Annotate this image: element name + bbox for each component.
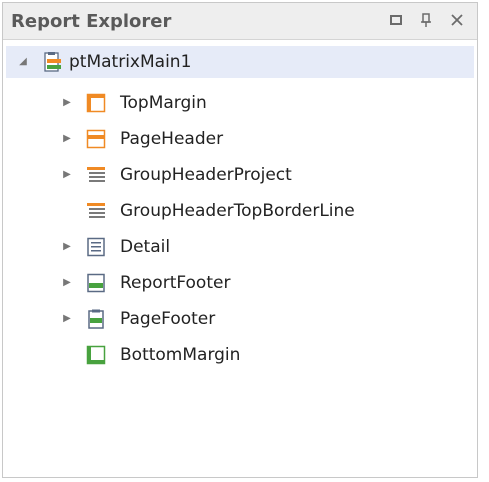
band-top-margin-icon bbox=[86, 93, 106, 113]
band-group-header-icon bbox=[87, 167, 105, 182]
expand-arrow-icon[interactable]: ▶ bbox=[60, 267, 74, 299]
tree-node-label: PageHeader bbox=[120, 129, 224, 149]
tree-node-label: ptMatrixMain1 bbox=[69, 52, 192, 72]
expand-arrow-icon[interactable]: ▶ bbox=[60, 303, 74, 335]
tree-node-label: TopMargin bbox=[120, 93, 207, 113]
tree-node-label: Detail bbox=[120, 237, 171, 257]
report-icon bbox=[44, 52, 61, 72]
expand-arrow-icon[interactable]: ▶ bbox=[60, 159, 74, 191]
pin-icon[interactable] bbox=[415, 9, 437, 31]
tree-node-label: GroupHeaderTopBorderLine bbox=[120, 201, 355, 221]
panel-titlebar: Report Explorer bbox=[3, 3, 477, 40]
collapse-arrow-icon[interactable]: ◢ bbox=[16, 46, 30, 78]
tree-node-label: BottomMargin bbox=[120, 345, 241, 365]
band-page-header-icon bbox=[86, 129, 106, 149]
tree-node-bottommargin[interactable]: BottomMargin bbox=[6, 339, 474, 371]
tree-node-topmargin[interactable]: ▶ TopMargin bbox=[6, 87, 474, 119]
expand-arrow-icon[interactable]: ▶ bbox=[60, 123, 74, 155]
band-report-footer-icon bbox=[87, 273, 105, 293]
tree-node-pageheader[interactable]: ▶ PageHeader bbox=[6, 123, 474, 155]
report-tree: ◢ ptMatrixMain1 ▶ TopMargin ▶ PageHeader… bbox=[3, 40, 477, 477]
panel-title: Report Explorer bbox=[11, 11, 172, 32]
tree-node-groupheadertopborderline[interactable]: GroupHeaderTopBorderLine bbox=[6, 195, 474, 227]
report-explorer-panel: Report Explorer ◢ ptMatrixMain1 ▶ TopMar… bbox=[2, 2, 478, 478]
tree-node-detail[interactable]: ▶ Detail bbox=[6, 231, 474, 263]
close-icon[interactable] bbox=[446, 9, 468, 31]
tree-node-pagefooter[interactable]: ▶ PageFooter bbox=[6, 303, 474, 335]
tree-node-groupheaderproject[interactable]: ▶ GroupHeaderProject bbox=[6, 159, 474, 191]
tree-node-label: ReportFooter bbox=[120, 273, 231, 293]
expand-arrow-icon[interactable]: ▶ bbox=[60, 231, 74, 263]
tree-node-label: GroupHeaderProject bbox=[120, 165, 292, 185]
band-page-footer-icon bbox=[88, 309, 104, 329]
tree-node-reportfooter[interactable]: ▶ ReportFooter bbox=[6, 267, 474, 299]
band-detail-icon bbox=[87, 237, 105, 257]
tree-node-root[interactable]: ◢ ptMatrixMain1 bbox=[6, 46, 474, 78]
expand-arrow-icon[interactable]: ▶ bbox=[60, 87, 74, 119]
band-bottom-margin-icon bbox=[86, 345, 106, 365]
tree-node-label: PageFooter bbox=[120, 309, 216, 329]
band-group-header-icon bbox=[87, 203, 105, 218]
maximize-icon[interactable] bbox=[385, 9, 407, 31]
